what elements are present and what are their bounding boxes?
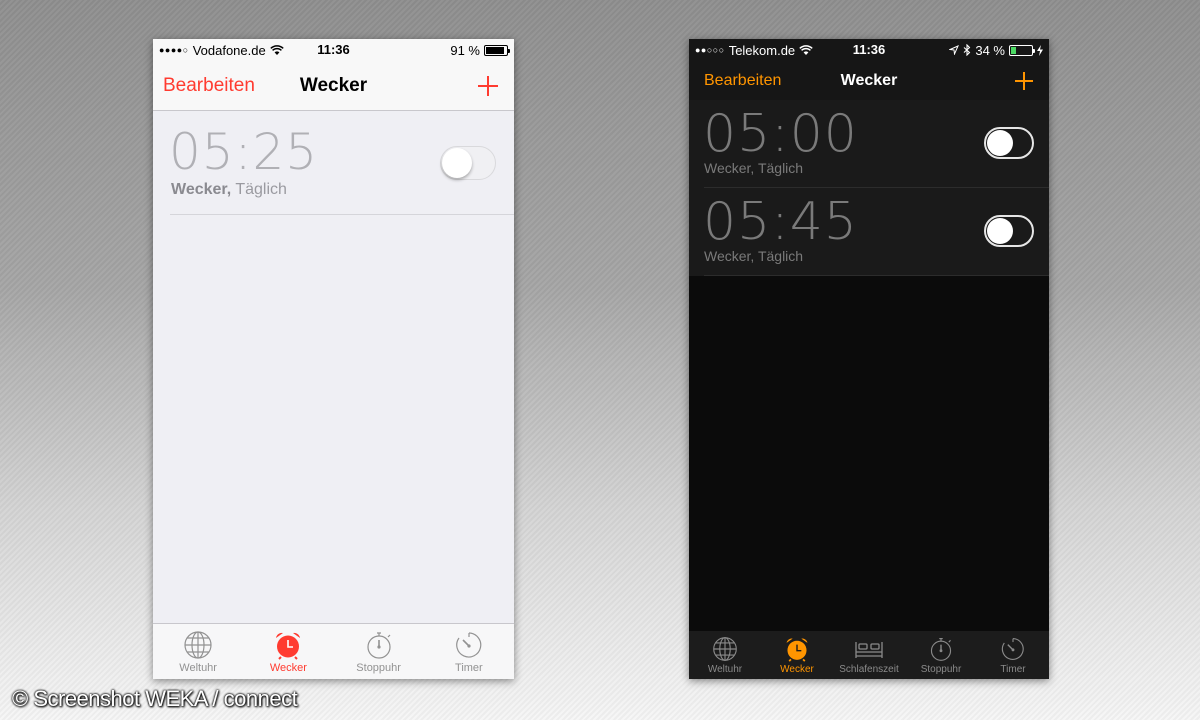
battery-percent: 91 %	[450, 42, 480, 58]
alarm-clock-icon	[276, 632, 301, 660]
alarm-subtitle: Wecker, Täglich	[704, 248, 804, 264]
tab-label: Timer	[455, 662, 483, 674]
navigation-bar: Bearbeiten Wecker	[689, 61, 1049, 101]
location-arrow-icon	[949, 45, 960, 55]
alarm-time: 05:00	[703, 104, 858, 164]
globe-icon	[713, 637, 737, 661]
plus-icon	[1015, 72, 1033, 90]
alarm-time: 05:25	[169, 123, 319, 181]
add-alarm-button[interactable]	[477, 61, 499, 110]
stopwatch-icon	[367, 632, 391, 659]
edit-button[interactable]: Bearbeiten	[704, 61, 781, 101]
tab-bar: Weltuhr Wecker Stoppuhr Timer	[153, 623, 514, 679]
battery-icon	[1009, 44, 1035, 56]
tab-schlafenszeit[interactable]: Schlafenszeit	[833, 631, 905, 679]
battery-percent: 34 %	[975, 42, 1005, 58]
alarm-label: Wecker,	[171, 181, 232, 198]
tab-label: Wecker	[269, 662, 307, 674]
phone-screenshot-dark: ●●○○○ Telekom.de 11:36 34 % Bearbeiten W…	[689, 39, 1049, 679]
plus-icon	[478, 75, 498, 96]
battery-icon	[484, 44, 510, 56]
timer-icon	[1001, 638, 1024, 660]
tab-label: Wecker	[780, 664, 814, 675]
status-bar: ●●○○○ Telekom.de 11:36 34 %	[689, 39, 1049, 61]
tab-bar: Weltuhr Wecker Schlafenszeit Stoppuhr Ti…	[689, 631, 1049, 679]
row-divider	[704, 275, 1049, 276]
phone-screenshot-light: ●●●●○ Vodafone.de 11:36 91 % Bearbeiten …	[153, 39, 514, 679]
tab-timer[interactable]: Timer	[424, 624, 514, 679]
tab-label: Stoppuhr	[920, 664, 962, 675]
tab-wecker[interactable]: Wecker	[243, 624, 333, 679]
tab-stoppuhr[interactable]: Stoppuhr	[334, 624, 424, 679]
tab-label: Schlafenszeit	[839, 664, 899, 675]
tab-label: Stoppuhr	[356, 662, 401, 674]
alarm-subtitle: Wecker, Täglich	[704, 160, 804, 176]
tab-timer[interactable]: Timer	[977, 631, 1049, 679]
bed-icon	[855, 642, 883, 658]
navigation-bar: Bearbeiten Wecker	[153, 61, 514, 111]
alarm-row[interactable]: 05:25 Wecker, Täglich	[153, 111, 514, 254]
alarm-row[interactable]: 05:00 Wecker, Täglich	[689, 100, 1049, 188]
edit-button[interactable]: Bearbeiten	[163, 61, 255, 110]
tab-weltuhr[interactable]: Weltuhr	[689, 631, 761, 679]
tab-label: Weltuhr	[707, 664, 743, 675]
globe-icon	[184, 631, 212, 659]
row-divider	[170, 214, 514, 215]
tab-label: Weltuhr	[179, 662, 217, 674]
alarm-subtitle: Wecker, Täglich	[171, 181, 287, 199]
copyright-watermark: © Screenshot WEKA / connect	[12, 686, 298, 711]
toggle-knob	[442, 148, 472, 178]
tab-wecker[interactable]: Wecker	[761, 631, 833, 679]
alarm-toggle[interactable]	[984, 127, 1034, 159]
alarm-time: 05:45	[703, 192, 858, 252]
alarm-clock-icon	[786, 638, 808, 662]
toggle-knob	[987, 130, 1013, 156]
tab-label: Timer	[1000, 664, 1026, 675]
alarm-toggle[interactable]	[984, 215, 1034, 247]
toggle-knob	[987, 218, 1013, 244]
status-bar: ●●●●○ Vodafone.de 11:36 91 %	[153, 39, 514, 61]
add-alarm-button[interactable]	[1014, 61, 1034, 101]
alarm-repeat: Täglich	[235, 181, 287, 198]
charging-bolt-icon	[1037, 44, 1043, 56]
alarm-row[interactable]: 05:45 Wecker, Täglich	[689, 188, 1049, 276]
tab-stoppuhr[interactable]: Stoppuhr	[905, 631, 977, 679]
timer-icon	[456, 632, 482, 658]
bluetooth-icon	[963, 44, 971, 56]
alarm-toggle[interactable]	[440, 146, 496, 180]
stopwatch-icon	[930, 638, 952, 661]
tab-weltuhr[interactable]: Weltuhr	[153, 624, 243, 679]
